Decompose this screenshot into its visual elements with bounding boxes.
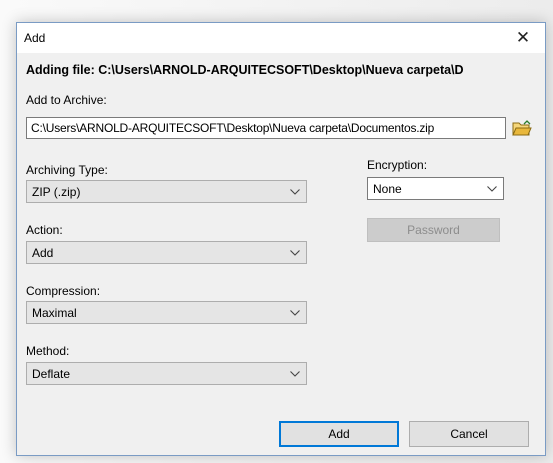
action-value: Add [32,246,54,260]
add-dialog: Add ✕ Adding file: C:\Users\ARNOLD-ARQUI… [16,22,546,456]
archiving-type-value: ZIP (.zip) [32,185,81,199]
chevron-down-icon [290,310,300,316]
archiving-type-label: Archiving Type: [26,163,108,177]
chevron-down-icon [487,186,497,192]
compression-value: Maximal [32,306,77,320]
title-bar[interactable]: Add ✕ [17,23,545,53]
folder-open-icon [511,119,532,135]
archiving-type-select[interactable]: ZIP (.zip) [26,180,307,203]
close-icon: ✕ [515,28,531,47]
method-label: Method: [26,344,70,358]
add-to-archive-label: Add to Archive: [26,93,107,107]
add-button[interactable]: Add [279,421,399,447]
close-button[interactable]: ✕ [501,23,545,53]
password-button[interactable]: Password [367,218,500,242]
method-value: Deflate [32,367,71,381]
encryption-label: Encryption: [367,158,428,172]
chevron-down-icon [290,250,300,256]
encryption-value: None [373,182,402,196]
compression-select[interactable]: Maximal [26,301,307,324]
adding-file-text: Adding file: C:\Users\ARNOLD-ARQUITECSOF… [26,63,464,77]
action-label: Action: [26,223,63,237]
chevron-down-icon [290,189,300,195]
archive-path-input[interactable]: C:\Users\ARNOLD-ARQUITECSOFT\Desktop\Nue… [26,117,506,139]
window-title: Add [24,31,46,45]
compression-label: Compression: [26,284,101,298]
method-select[interactable]: Deflate [26,362,307,385]
browse-button[interactable] [509,116,534,140]
encryption-select[interactable]: None [367,177,504,200]
cancel-button[interactable]: Cancel [409,421,529,447]
action-select[interactable]: Add [26,241,307,264]
chevron-down-icon [290,371,300,377]
